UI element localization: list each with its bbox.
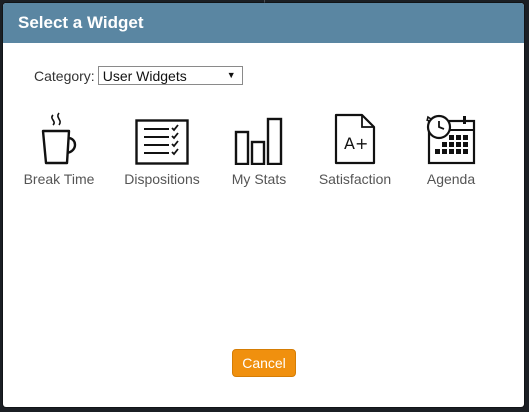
widget-agenda[interactable]: Agenda [419, 107, 483, 187]
widget-list: Break Time Dispositions My Stats A+ Sati… [21, 107, 511, 197]
select-widget-dialog: Select a Widget Category: User Widgets ▼… [3, 3, 524, 407]
widget-label: My Stats [231, 171, 287, 187]
category-row: Category: User Widgets ▼ [34, 66, 243, 85]
category-select[interactable]: User Widgets ▼ [97, 66, 243, 85]
widget-break-time[interactable]: Break Time [21, 107, 97, 187]
svg-text:A+: A+ [344, 134, 368, 153]
category-label: Category: [34, 67, 95, 84]
widget-label: Break Time [23, 171, 95, 187]
widget-my-stats[interactable]: My Stats [228, 107, 290, 187]
cancel-button[interactable]: Cancel [232, 349, 296, 377]
grade-document-icon: A+ [334, 113, 376, 165]
checklist-icon [135, 119, 189, 165]
dialog-title: Select a Widget [18, 13, 144, 32]
dropdown-arrow-icon: ▼ [226, 70, 236, 80]
widget-label: Satisfaction [318, 171, 392, 187]
coffee-cup-icon [41, 112, 77, 165]
dialog-header: Select a Widget [3, 3, 524, 43]
widget-label: Agenda [426, 171, 476, 187]
widget-satisfaction[interactable]: A+ Satisfaction [315, 107, 395, 187]
bar-chart-icon [234, 117, 283, 165]
widget-label: Dispositions [124, 171, 200, 187]
category-selected-value: User Widgets [102, 67, 187, 84]
calendar-clock-icon [426, 114, 476, 165]
widget-dispositions[interactable]: Dispositions [118, 107, 206, 187]
